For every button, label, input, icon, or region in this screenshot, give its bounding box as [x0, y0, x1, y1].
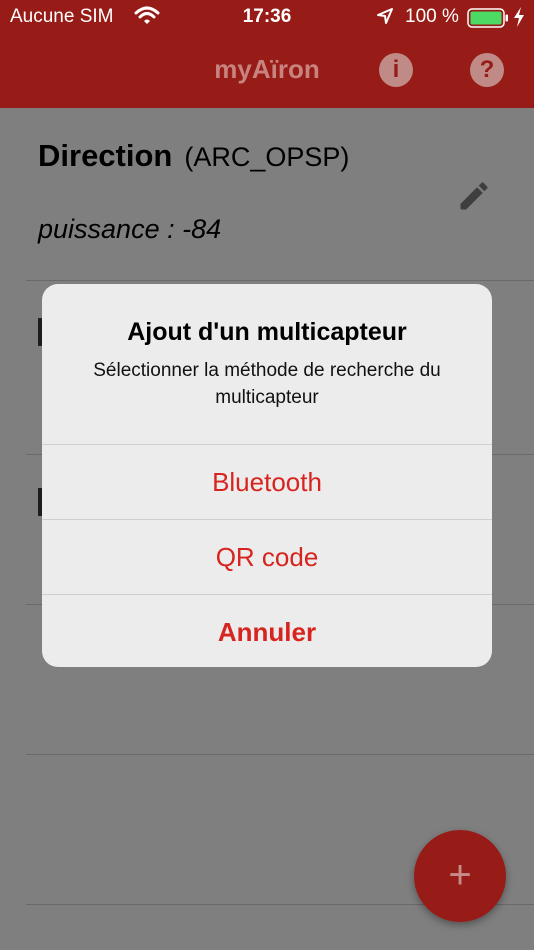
battery-percent: 100 % — [405, 6, 459, 27]
sensor-code: (ARC_OPSP) — [184, 142, 350, 172]
app-title: myAïron — [214, 54, 320, 84]
status-bar: Aucune SIM 17:36 100 % — [0, 0, 534, 36]
list-item-title[interactable]: Direction (ARC_OPSP) — [38, 138, 349, 174]
sensor-power: puissance : -84 — [38, 214, 222, 244]
qr-code-button[interactable]: QR code — [42, 519, 492, 594]
add-button[interactable]: + — [414, 830, 506, 922]
location-arrow-icon — [376, 7, 394, 31]
divider — [26, 280, 534, 281]
battery-full-icon — [467, 8, 509, 34]
top-bar: Aucune SIM 17:36 100 % myAïron i ? — [0, 0, 534, 108]
alert-message: Sélectionner la méthode de recherche du … — [93, 360, 441, 408]
help-icon[interactable]: ? — [470, 53, 504, 87]
pencil-icon[interactable] — [456, 178, 492, 219]
alert-dialog: Ajout d'un multicapteur Sélectionner la … — [42, 284, 492, 667]
bluetooth-button[interactable]: Bluetooth — [42, 444, 492, 519]
cancel-button[interactable]: Annuler — [42, 594, 492, 667]
alert-header: Ajout d'un multicapteur Sélectionner la … — [42, 284, 492, 444]
charging-bolt-icon — [513, 7, 525, 33]
divider — [26, 754, 534, 755]
info-icon[interactable]: i — [379, 53, 413, 87]
sensor-name: Direction — [38, 138, 173, 173]
alert-title: Ajout d'un multicapteur — [127, 318, 407, 346]
